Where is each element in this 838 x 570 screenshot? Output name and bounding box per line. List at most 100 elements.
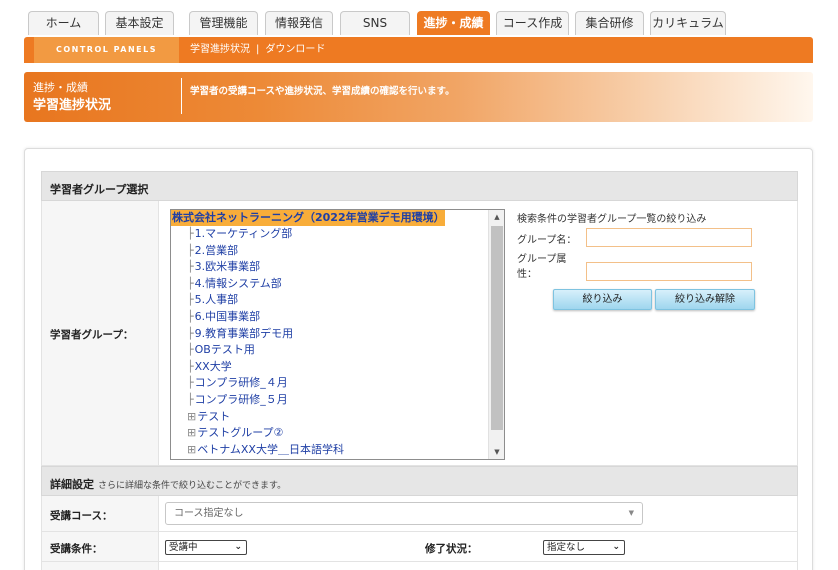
search-panel: 学習者グループ選択 学習者グループ： 株式会社ネットラーニング（2022年営業デ… [24, 148, 813, 570]
scroll-up-icon[interactable]: ▲ [489, 210, 504, 224]
completion-select[interactable]: 指定なし ⌄ [543, 540, 625, 555]
tree-item[interactable]: ├3.欧米事業部 [187, 259, 260, 275]
header-divider [181, 78, 182, 114]
tab-info[interactable]: 情報発信 [265, 11, 333, 35]
tree-item[interactable]: ├2.営業部 [187, 243, 238, 259]
condition-label: 受講条件： [50, 543, 103, 555]
chevron-down-icon: ⌄ [234, 542, 242, 552]
tree-item-label: 5.人事部 [194, 293, 239, 307]
next-row-label [41, 562, 159, 570]
course-row-label: 受講コース： [41, 496, 159, 532]
tree-root[interactable]: 株式会社ネットラーニング（2022年営業デモ用環境） [171, 210, 445, 226]
tree-branch-icon: ├ [187, 276, 194, 290]
tree-item-label: コンプラ研修_４月 [194, 376, 288, 390]
group-attr-input[interactable] [586, 262, 752, 281]
tree-item-label: ベトナムXX大学＿日本語学科 [197, 442, 344, 456]
tab-home[interactable]: ホーム [28, 11, 99, 35]
tree-branch-icon: ├ [187, 359, 194, 373]
tree-item[interactable]: ⊞ベトナムXX大学＿日本語学科 [187, 442, 344, 458]
course-select[interactable]: コース指定なし ▼ [165, 502, 643, 525]
group-section-header: 学習者グループ選択 [41, 171, 798, 201]
breadcrumb-download[interactable]: ダウンロード [265, 44, 325, 55]
group-row-label: 学習者グループ： [41, 201, 159, 466]
tab-progress[interactable]: 進捗・成績 [417, 11, 490, 35]
filter-title: 検索条件の学習者グループ一覧の絞り込み [517, 214, 707, 225]
tree-item[interactable]: ├コンプラ研修_５月 [187, 392, 288, 408]
tree-item-label: 9.教育事業部デモ用 [194, 326, 294, 340]
chevron-down-icon: ▼ [628, 509, 634, 517]
tree-item[interactable]: ├4.情報システム部 [187, 276, 282, 292]
tab-curriculum[interactable]: カリキュラム [650, 11, 726, 35]
group-section-title: 学習者グループ選択 [50, 183, 149, 196]
tree-item[interactable]: ├コンプラ研修_４月 [187, 375, 288, 391]
tree-branch-icon: ├ [187, 376, 194, 390]
tree-item[interactable]: ⊞テスト [187, 409, 230, 425]
tree-item-label: OBテスト用 [194, 343, 255, 357]
group-attr-label: グループ属 [517, 254, 567, 265]
tree-item-label: XX大学 [194, 359, 232, 373]
tree-item-label: テスト [197, 409, 231, 423]
tree-item[interactable]: ├6.中国事業部 [187, 309, 260, 325]
expand-icon[interactable]: ⊞ [187, 426, 196, 439]
detail-section-header: 詳細設定 さらに詳細な条件で絞り込むことができます。 [41, 466, 798, 496]
condition-row-label: 受講条件： [41, 532, 159, 562]
tree-branch-icon: ├ [187, 260, 194, 274]
detail-title: 詳細設定 [50, 478, 94, 491]
group-name-input[interactable] [586, 228, 752, 247]
detail-note: さらに詳細な条件で絞り込むことができます。 [98, 481, 287, 491]
tree-item-label: 6.中国事業部 [194, 310, 261, 323]
filter-clear-button[interactable]: 絞り込み解除 [655, 289, 755, 310]
tab-sns[interactable]: SNS [340, 11, 410, 35]
page-header: 進捗・成績 学習進捗状況 学習者の受講コースや進捗状況、学習成績の確認を行います… [24, 72, 813, 122]
expand-icon[interactable]: ⊞ [187, 443, 196, 456]
tree-branch-icon: ├ [187, 343, 194, 357]
scroll-down-icon[interactable]: ▼ [489, 445, 504, 459]
tree-item[interactable]: ├1.マーケティング部 [187, 226, 292, 242]
control-panels-label: CONTROL PANELS [34, 37, 179, 63]
course-select-value: コース指定なし [174, 508, 244, 519]
tree-item[interactable]: ⊞テストグループ② [187, 425, 283, 441]
condition-select[interactable]: 受講中 ⌄ [165, 540, 247, 555]
next-row-body [159, 562, 798, 570]
chevron-down-icon: ⌄ [612, 542, 620, 552]
filter-apply-button[interactable]: 絞り込み [553, 289, 652, 310]
tree-item-label: テストグループ② [197, 426, 284, 440]
completion-label: 修了状況： [425, 543, 478, 555]
condition-row-body [159, 532, 798, 562]
tree-branch-icon: ├ [187, 293, 194, 307]
tab-admin[interactable]: 管理機能 [189, 11, 258, 35]
tab-course-create[interactable]: コース作成 [496, 11, 569, 35]
scroll-thumb[interactable] [491, 226, 503, 430]
tree-item-label: 4.情報システム部 [194, 276, 282, 290]
tree-item[interactable]: ├5.人事部 [187, 292, 238, 308]
tree-branch-icon: ├ [187, 243, 194, 257]
group-name-label: グループ名： [517, 235, 577, 246]
breadcrumb-progress[interactable]: 学習進捗状況 [190, 44, 250, 55]
tree-item-label: 1.マーケティング部 [194, 227, 293, 240]
tree-item[interactable]: ├OBテスト用 [187, 342, 255, 358]
tree-item[interactable]: ├XX大学 [187, 359, 232, 375]
tree-scrollbar[interactable]: ▲ ▼ [488, 210, 504, 459]
expand-icon[interactable]: ⊞ [187, 410, 196, 423]
tree-branch-icon: ├ [187, 326, 194, 340]
detail-section-title: 詳細設定 さらに詳細な条件で絞り込むことができます。 [50, 476, 286, 492]
group-tree[interactable]: 株式会社ネットラーニング（2022年営業デモ用環境） ├1.マーケティング部 ├2… [170, 209, 505, 460]
condition-select-value: 受講中 [169, 542, 198, 553]
tree-item[interactable]: ├9.教育事業部デモ用 [187, 326, 293, 342]
completion-select-value: 指定なし [547, 542, 586, 553]
group-attr-label-2: 性： [517, 269, 537, 280]
control-panel-bar: CONTROL PANELS 学習進捗状況 | ダウンロード [24, 37, 813, 63]
breadcrumb: 学習進捗状況 | ダウンロード [190, 37, 325, 63]
tree-branch-icon: ├ [187, 393, 194, 406]
tree-branch-icon: ├ [187, 310, 194, 323]
tree-branch-icon: ├ [187, 227, 194, 240]
page-title: 学習進捗状況 [33, 98, 112, 113]
page-description: 学習者の受講コースや進捗状況、学習成績の確認を行います。 [190, 86, 455, 97]
tree-item-label: 2.営業部 [194, 243, 239, 257]
page-category: 進捗・成績 [33, 81, 88, 94]
tree-item-label: 3.欧米事業部 [194, 260, 261, 274]
tab-basic-settings[interactable]: 基本設定 [105, 11, 174, 35]
course-label: 受講コース： [50, 510, 113, 522]
breadcrumb-separator: | [256, 44, 260, 55]
tab-group-training[interactable]: 集合研修 [575, 11, 644, 35]
